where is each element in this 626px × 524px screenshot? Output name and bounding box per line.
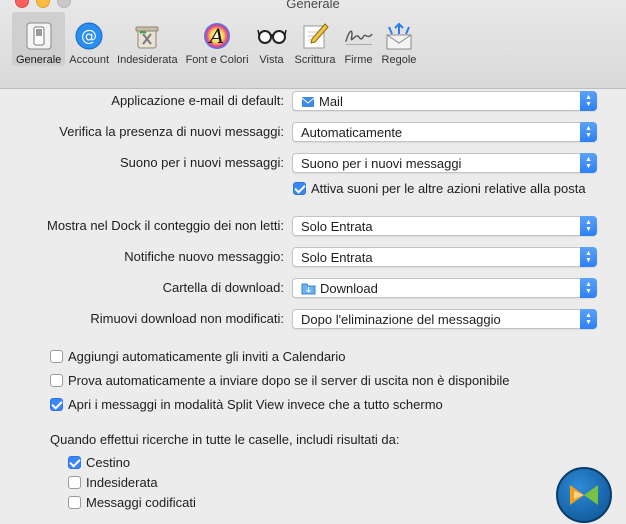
svg-text:A: A: [208, 24, 224, 48]
remove-downloads-label: Rimuovi download non modificati:: [90, 311, 284, 326]
signature-icon: [344, 21, 374, 51]
font-colors-icon: A: [202, 21, 232, 51]
add-invites-checkbox[interactable]: [50, 350, 63, 363]
rules-envelope-icon: [384, 21, 414, 51]
include-trash-checkbox[interactable]: [68, 456, 81, 469]
other-sounds-checkbox[interactable]: [293, 182, 306, 195]
dock-count-label: Mostra nel Dock il conteggio dei non let…: [46, 218, 284, 233]
mail-app-icon: [301, 96, 315, 107]
other-sounds-label: Attiva suoni per le altre azioni relativ…: [311, 181, 586, 196]
tab-label: Generale: [16, 54, 62, 66]
include-encrypted-label: Messaggi codificati: [86, 495, 196, 510]
include-junk-label: Indesiderata: [86, 475, 158, 490]
new-sound-popup[interactable]: Suono per i nuovi messaggi ▲ ▼: [292, 153, 597, 173]
popup-value: Suono per i nuovi messaggi: [301, 156, 462, 171]
download-folder-icon: [301, 283, 316, 295]
search-heading: Quando effettui ricerche in tutte le cas…: [50, 432, 400, 447]
default-mail-app-label: Applicazione e-mail di default:: [111, 93, 284, 108]
tab-vista[interactable]: Vista: [253, 12, 291, 66]
notifications-label: Notifiche nuovo messaggio:: [124, 249, 284, 264]
include-trash-label: Cestino: [86, 455, 131, 470]
include-junk-checkbox[interactable]: [68, 476, 81, 489]
popup-stepper-icon: ▲ ▼: [580, 91, 597, 111]
download-folder-label: Cartella di download:: [162, 280, 284, 295]
tab-label: Firme: [344, 54, 373, 66]
notifications-popup[interactable]: Solo Entrata ▲ ▼: [292, 247, 597, 267]
app-logo-icon: [570, 485, 598, 505]
tab-account[interactable]: @ Account: [65, 12, 113, 66]
tab-regole[interactable]: Regole: [378, 12, 421, 66]
tab-label: Regole: [381, 54, 417, 66]
try-send-later-checkbox[interactable]: [50, 374, 63, 387]
popup-value-wrap: Download: [301, 281, 378, 296]
tab-label: Scrittura: [294, 54, 336, 66]
tab-scrittura[interactable]: Scrittura: [291, 12, 340, 66]
tab-label: Indesiderata: [117, 54, 178, 66]
dock-count-popup[interactable]: Solo Entrata ▲ ▼: [292, 216, 597, 236]
split-view-label: Apri i messaggi in modalità Split View i…: [68, 397, 443, 412]
tab-label: Font e Colori: [185, 54, 249, 66]
popup-value: Automaticamente: [301, 125, 403, 140]
title-bar: Generale Generale @ Account Indesiderata…: [0, 0, 626, 89]
tab-generale[interactable]: Generale: [12, 12, 66, 66]
floating-app-launcher[interactable]: [556, 467, 612, 523]
popup-stepper-icon: ▲ ▼: [580, 122, 597, 142]
popup-stepper-icon: ▲ ▼: [580, 309, 597, 329]
new-sound-label: Suono per i nuovi messaggi:: [119, 155, 284, 170]
tab-label: Vista: [259, 54, 284, 66]
popup-value: Solo Entrata: [301, 250, 373, 265]
window-title: Generale: [286, 0, 340, 11]
popup-value-wrap: Mail: [301, 94, 343, 109]
remove-downloads-popup[interactable]: Dopo l'eliminazione del messaggio ▲ ▼: [292, 309, 597, 329]
default-mail-app-popup[interactable]: Mail ▲ ▼: [292, 91, 597, 111]
check-new-popup[interactable]: Automaticamente ▲ ▼: [292, 122, 597, 142]
tab-font-e-colori[interactable]: A Font e Colori: [182, 12, 253, 66]
try-send-later-label: Prova automaticamente a inviare dopo se …: [68, 373, 510, 388]
popup-stepper-icon: ▲ ▼: [580, 247, 597, 267]
add-invites-label: Aggiungi automaticamente gli inviti a Ca…: [68, 349, 346, 364]
split-view-checkbox[interactable]: [50, 398, 63, 411]
download-folder-popup[interactable]: Download ▲ ▼: [292, 278, 597, 298]
junk-trash-icon: [132, 21, 162, 51]
popup-stepper-icon: ▲ ▼: [580, 153, 597, 173]
preferences-toolbar: Generale @ Account Indesiderata A Font e…: [12, 12, 420, 68]
general-switch-icon: [24, 21, 54, 51]
tab-firme[interactable]: Firme: [340, 12, 378, 66]
glasses-icon: [256, 21, 287, 51]
popup-value: Dopo l'eliminazione del messaggio: [301, 312, 501, 327]
svg-text:@: @: [81, 26, 97, 45]
popup-stepper-icon: ▲ ▼: [580, 216, 597, 236]
include-encrypted-checkbox[interactable]: [68, 496, 81, 509]
check-new-label: Verifica la presenza di nuovi messaggi:: [59, 124, 284, 139]
tab-label: Account: [69, 54, 110, 66]
popup-value: Mail: [319, 94, 343, 109]
popup-value: Download: [320, 281, 378, 296]
popup-value: Solo Entrata: [301, 219, 373, 234]
pencil-paper-icon: [300, 21, 330, 51]
at-sign-icon: @: [74, 21, 104, 51]
tab-indesiderata[interactable]: Indesiderata: [113, 12, 182, 66]
popup-stepper-icon: ▲ ▼: [580, 278, 597, 298]
